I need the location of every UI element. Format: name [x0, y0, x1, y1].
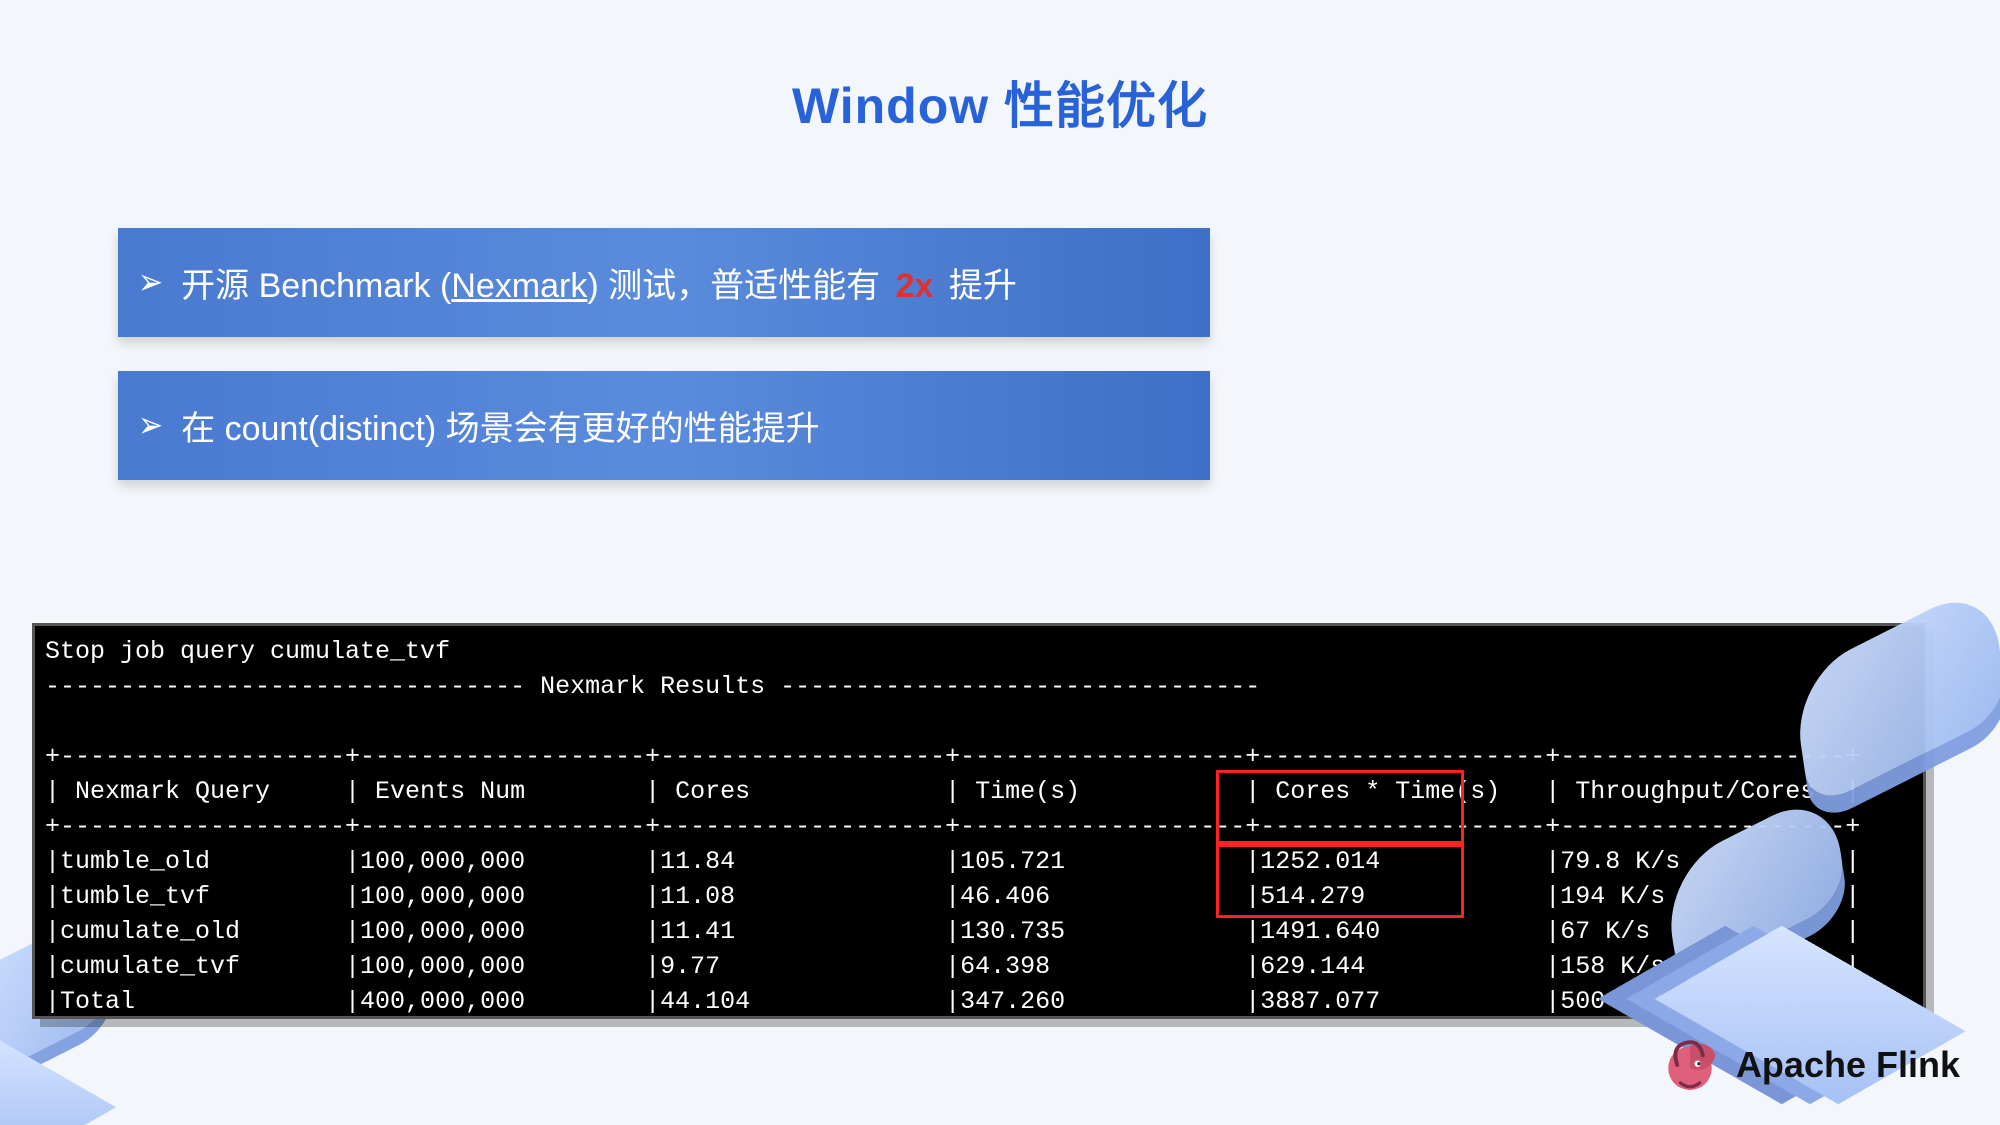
chevron-right-icon: ➢	[138, 405, 163, 447]
bullet-count-distinct: ➢ 在 count(distinct) 场景会有更好的性能提升	[118, 371, 1210, 480]
slide-title: Window 性能优化	[0, 0, 2000, 138]
bullet-text: 在 count(distinct) 场景会有更好的性能提升	[181, 401, 820, 450]
apache-flink-logo: Apache Flink	[1658, 1033, 1960, 1097]
chevron-right-icon: ➢	[138, 262, 163, 304]
flink-squirrel-icon	[1658, 1033, 1722, 1097]
flink-logo-label: Apache Flink	[1736, 1044, 1960, 1086]
bullet-benchmark: ➢ 开源 Benchmark (Nexmark) 测试，普适性能有 2x 提升	[118, 228, 1210, 337]
bullet-text: 开源 Benchmark (Nexmark) 测试，普适性能有 2x 提升	[181, 258, 1017, 307]
terminal-output: Stop job query cumulate_tvf ------------…	[32, 623, 1926, 1019]
bullet-list: ➢ 开源 Benchmark (Nexmark) 测试，普适性能有 2x 提升 …	[118, 228, 2000, 480]
